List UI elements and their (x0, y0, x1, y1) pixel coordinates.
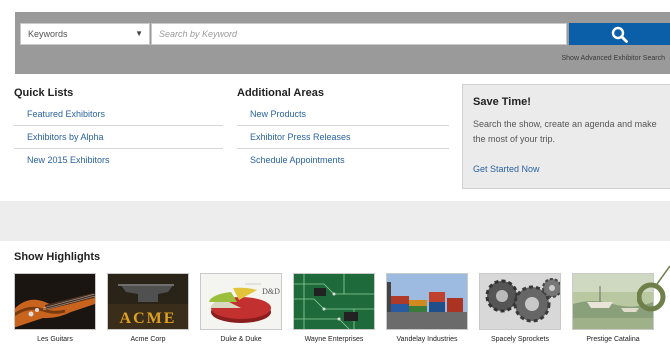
chevron-down-icon: ▼ (135, 29, 143, 38)
scroll-ring-icon[interactable] (637, 264, 670, 324)
pie-chart-image: D&D (200, 273, 282, 330)
quick-list-exhibitors-by-alpha[interactable]: Exhibitors by Alpha (14, 126, 223, 149)
duke-logo-text: D&D (262, 287, 280, 296)
save-time-body: Search the show, create an agenda and ma… (473, 119, 657, 144)
tile-caption: Wayne Enterprises (304, 336, 364, 343)
quick-lists: Quick Lists Featured Exhibitors Exhibito… (14, 87, 223, 172)
guitar-image (14, 273, 96, 330)
anvil-image: ACME (107, 273, 189, 330)
quick-list-new-exhibitors[interactable]: New 2015 Exhibitors (14, 149, 223, 172)
highlight-tile-vandelay-industries[interactable]: Vandelay Industries (386, 273, 468, 343)
search-bar: Keywords ▼ Show Advanced Exhibitor Searc… (15, 12, 670, 74)
acme-logo-text: ACME (120, 310, 177, 327)
advanced-search-link[interactable]: Show Advanced Exhibitor Search (561, 55, 665, 62)
circuit-board-image (293, 273, 375, 330)
get-started-link[interactable]: Get Started Now (473, 164, 540, 174)
highlight-tile-acme-corp[interactable]: ACME Acme Corp (107, 273, 189, 343)
area-new-products[interactable]: New Products (237, 103, 449, 126)
highlight-tile-duke-duke[interactable]: D&D Duke & Duke (200, 273, 282, 343)
search-icon (611, 26, 628, 43)
highlight-tile-spacely-sprockets[interactable]: Spacely Sprockets (479, 273, 561, 343)
additional-areas-title: Additional Areas (237, 87, 324, 99)
tile-caption: Acme Corp (130, 336, 166, 343)
tile-caption: Vandelay Industries (396, 336, 458, 343)
tile-caption: Les Guitars (37, 336, 73, 343)
tile-caption: Duke & Duke (220, 336, 262, 343)
quick-lists-title: Quick Lists (14, 87, 74, 99)
additional-areas: Additional Areas New Products Exhibitor … (237, 87, 449, 172)
area-press-releases[interactable]: Exhibitor Press Releases (237, 126, 449, 149)
show-highlights-title: Show Highlights (14, 251, 101, 263)
highlight-tile-les-guitars[interactable]: Les Guitars (14, 273, 96, 343)
search-input[interactable] (151, 23, 567, 45)
tile-caption: Spacely Sprockets (491, 336, 549, 343)
save-time-box: Save Time! Search the show, create an ag… (462, 84, 670, 189)
save-time-title: Save Time! (473, 96, 531, 108)
search-button[interactable] (569, 23, 670, 45)
shipping-containers-image (386, 273, 468, 330)
highlight-tile-wayne-enterprises[interactable]: Wayne Enterprises (293, 273, 375, 343)
search-type-select[interactable]: Keywords ▼ (20, 23, 150, 45)
divider-band (0, 201, 670, 241)
search-type-value: Keywords (28, 29, 68, 39)
area-schedule-appointments[interactable]: Schedule Appointments (237, 149, 449, 172)
tile-caption: Prestige Catalina (586, 336, 640, 343)
quick-list-featured-exhibitors[interactable]: Featured Exhibitors (14, 103, 223, 126)
top-strip (0, 0, 670, 12)
gears-image (479, 273, 561, 330)
